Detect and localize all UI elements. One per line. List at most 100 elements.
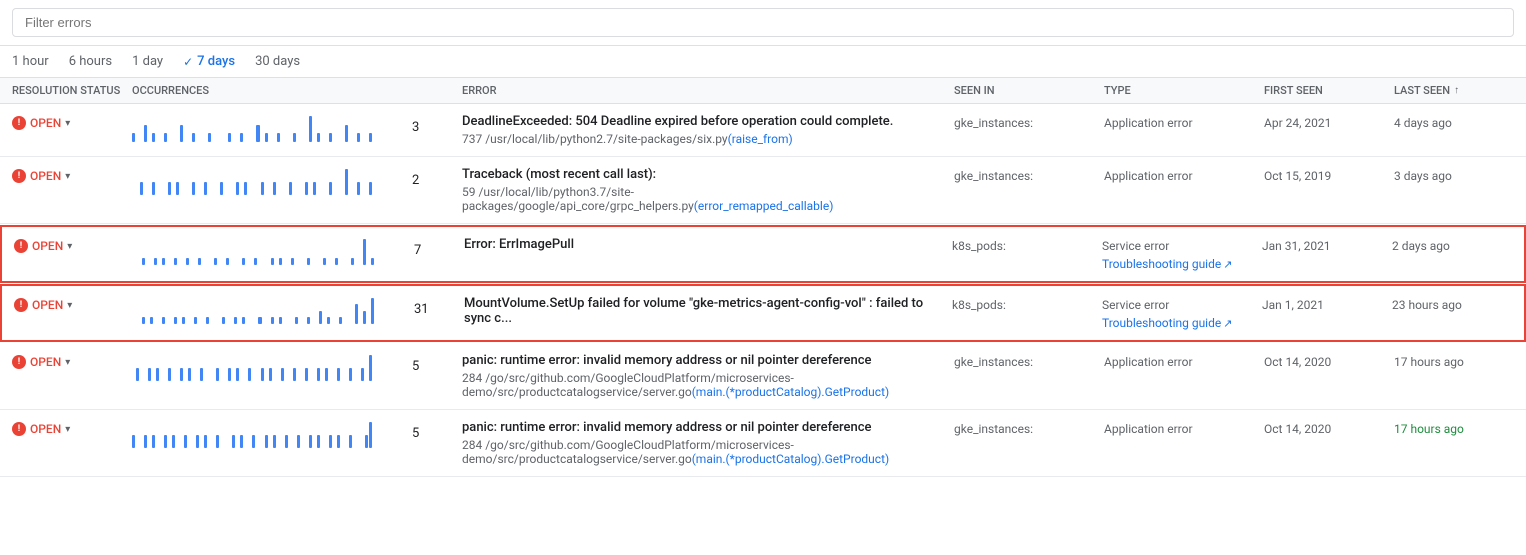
status-dropdown-icon[interactable]: ▾	[65, 118, 70, 129]
seen-in-cell: gke_instances:	[954, 353, 1104, 369]
error-icon: !	[12, 355, 26, 369]
error-title: DeadlineExceeded: 504 Deadline expired b…	[462, 114, 954, 129]
col-type: Type	[1104, 84, 1264, 97]
filter-input[interactable]	[12, 8, 1514, 37]
table-row[interactable]: ! OPEN ▾ 5panic: runtime error: invalid …	[0, 410, 1526, 477]
time-filter-30d[interactable]: 30 days	[255, 54, 300, 69]
first-seen-cell: Oct 14, 2020	[1264, 353, 1394, 369]
error-title: Traceback (most recent call last):	[462, 167, 954, 182]
error-title: Error: ErrImagePull	[464, 237, 952, 252]
sort-arrow-icon: ↑	[1454, 85, 1459, 96]
last-seen-cell: 17 hours ago	[1394, 420, 1514, 436]
status-cell: ! OPEN ▾	[12, 167, 132, 183]
error-cell[interactable]: MountVolume.SetUp failed for volume "gke…	[464, 296, 952, 329]
status-dropdown-icon[interactable]: ▾	[65, 171, 70, 182]
occurrences-spark-cell	[132, 167, 412, 195]
table-header: Resolution Status Occurrences Error Seen…	[0, 78, 1526, 104]
spark-chart	[134, 296, 374, 324]
time-filter-7d[interactable]: ✓ 7 days	[183, 54, 235, 69]
last-seen-cell: 2 days ago	[1392, 237, 1512, 253]
occurrence-count: 3	[412, 114, 462, 135]
status-label: OPEN	[30, 422, 61, 436]
troubleshoot-label: Troubleshooting guide	[1102, 257, 1221, 271]
status-dropdown-icon[interactable]: ▾	[67, 300, 72, 311]
error-title: panic: runtime error: invalid memory add…	[462, 420, 954, 435]
error-link[interactable]: (main.(*productCatalog).GetProduct)	[692, 452, 890, 466]
status-label: OPEN	[30, 169, 61, 183]
time-filter-1d[interactable]: 1 day	[132, 54, 163, 69]
col-occurrences: Occurrences	[132, 84, 412, 97]
occurrences-spark-cell	[132, 353, 412, 381]
first-seen-cell: Oct 14, 2020	[1264, 420, 1394, 436]
check-icon: ✓	[183, 55, 193, 69]
occurrences-spark-cell	[134, 237, 414, 265]
seen-in-cell: gke_instances:	[954, 167, 1104, 183]
status-label: OPEN	[30, 116, 61, 130]
spark-chart	[134, 237, 374, 265]
table-row[interactable]: ! OPEN ▾ 2Traceback (most recent call la…	[0, 157, 1526, 224]
status-dropdown-icon[interactable]: ▾	[65, 357, 70, 368]
status-dropdown-icon[interactable]: ▾	[67, 241, 72, 252]
type-cell: Application error	[1104, 167, 1264, 183]
first-seen-cell: Oct 15, 2019	[1264, 167, 1394, 183]
error-icon: !	[14, 298, 28, 312]
occurrence-count: 5	[412, 420, 462, 441]
seen-in-cell: gke_instances:	[954, 114, 1104, 130]
status-cell: ! OPEN ▾	[14, 296, 134, 312]
time-filter-6h[interactable]: 6 hours	[69, 54, 112, 69]
error-icon: !	[12, 116, 26, 130]
type-label: Application error	[1104, 355, 1264, 369]
occurrence-count: 5	[412, 353, 462, 374]
troubleshoot-link[interactable]: Troubleshooting guide↗	[1102, 316, 1262, 330]
troubleshoot-link[interactable]: Troubleshooting guide↗	[1102, 257, 1262, 271]
time-filter-1h[interactable]: 1 hour	[12, 54, 49, 69]
type-label: Application error	[1104, 116, 1264, 130]
table-row[interactable]: ! OPEN ▾ 5panic: runtime error: invalid …	[0, 343, 1526, 410]
type-cell: Service error Troubleshooting guide↗	[1102, 237, 1262, 271]
filter-bar	[0, 0, 1526, 46]
error-cell[interactable]: DeadlineExceeded: 504 Deadline expired b…	[462, 114, 954, 146]
col-last-seen[interactable]: Last Seen ↑	[1394, 84, 1514, 97]
table-body: ! OPEN ▾ 3DeadlineExceeded: 504 Deadline…	[0, 104, 1526, 477]
error-cell[interactable]: Traceback (most recent call last):59 /us…	[462, 167, 954, 213]
error-cell[interactable]: Error: ErrImagePull	[464, 237, 952, 255]
error-cell[interactable]: panic: runtime error: invalid memory add…	[462, 420, 954, 466]
spark-chart	[132, 114, 372, 142]
occurrence-count: 31	[414, 296, 464, 317]
table-row[interactable]: ! OPEN ▾ 3DeadlineExceeded: 504 Deadline…	[0, 104, 1526, 157]
seen-in-cell: k8s_pods:	[952, 296, 1102, 312]
seen-in-cell: gke_instances:	[954, 420, 1104, 436]
status-dropdown-icon[interactable]: ▾	[65, 424, 70, 435]
troubleshoot-label: Troubleshooting guide	[1102, 316, 1221, 330]
type-label: Application error	[1104, 422, 1264, 436]
type-cell: Application error	[1104, 353, 1264, 369]
error-title: panic: runtime error: invalid memory add…	[462, 353, 954, 368]
last-seen-cell: 23 hours ago	[1392, 296, 1512, 312]
status-label: OPEN	[32, 239, 63, 253]
error-link[interactable]: (main.(*productCatalog).GetProduct)	[692, 385, 890, 399]
last-seen-cell: 3 days ago	[1394, 167, 1514, 183]
status-cell: ! OPEN ▾	[12, 353, 132, 369]
table-row[interactable]: ! OPEN ▾ 7Error: ErrImagePullk8s_pods:Se…	[0, 225, 1526, 283]
first-seen-cell: Jan 1, 2021	[1262, 296, 1392, 312]
spark-chart	[132, 353, 372, 381]
first-seen-cell: Apr 24, 2021	[1264, 114, 1394, 130]
error-subtitle: 737 /usr/local/lib/python2.7/site-packag…	[462, 132, 954, 146]
error-link[interactable]: (error_remapped_callable)	[694, 199, 834, 213]
type-label: Service error	[1102, 298, 1262, 312]
error-subtitle: 284 /go/src/github.com/GoogleCloudPlatfo…	[462, 371, 954, 399]
error-link[interactable]: (raise_from)	[728, 132, 793, 146]
error-icon: !	[12, 422, 26, 436]
error-cell[interactable]: panic: runtime error: invalid memory add…	[462, 353, 954, 399]
occurrences-spark-cell	[132, 420, 412, 448]
type-label: Service error	[1102, 239, 1262, 253]
status-cell: ! OPEN ▾	[14, 237, 134, 253]
external-link-icon: ↗	[1223, 317, 1232, 330]
status-label: OPEN	[32, 298, 63, 312]
col-count	[412, 84, 462, 97]
col-first-seen: First Seen	[1264, 84, 1394, 97]
occurrences-spark-cell	[134, 296, 414, 324]
error-icon: !	[14, 239, 28, 253]
col-error: Error	[462, 84, 954, 97]
table-row[interactable]: ! OPEN ▾ 31MountVolume.SetUp failed for …	[0, 284, 1526, 342]
